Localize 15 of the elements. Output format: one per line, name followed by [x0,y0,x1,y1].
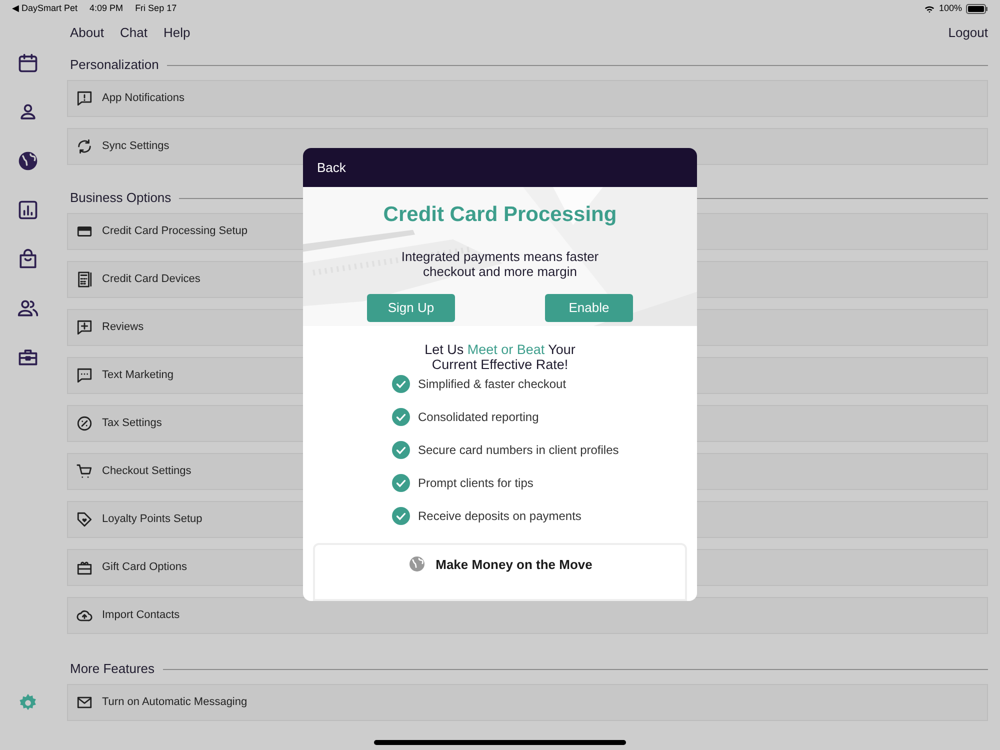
section-heading: More Features [69,660,155,678]
benefit-text: Simplified & faster checkout [418,376,566,394]
promo-card-title: Make Money on the Move [436,556,592,574]
benefit-text: Receive deposits on payments [418,508,582,526]
status-time: 4:09 PM [90,2,124,16]
status-date: Fri Sep 17 [135,2,178,16]
benefit-text: Consolidated reporting [418,409,539,426]
benefit-text: Secure card numbers in client profiles [418,442,619,460]
modal-subtitle: Integrated payments means faster checkout and more margin [400,248,600,279]
modal-title: Credit Card Processing [383,202,617,228]
rate-heading: Let Us Meet or Beat Your Current Effective Rate! [424,342,576,372]
battery-percent: 100% [938,2,962,16]
section-heading: Personalization [69,56,159,74]
benefit-text: Prompt clients for tips [418,475,534,492]
section-heading: Business Options [69,189,172,208]
